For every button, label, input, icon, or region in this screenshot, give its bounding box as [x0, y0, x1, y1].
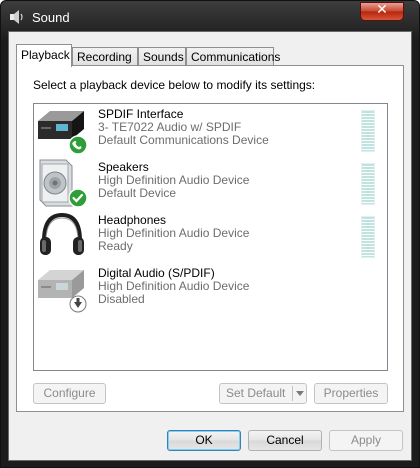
- set-default-label: Set Default: [226, 386, 286, 400]
- properties-button[interactable]: Properties: [314, 383, 388, 404]
- playback-tab-panel: Select a playback device below to modify…: [16, 65, 404, 412]
- tab-recording[interactable]: Recording: [72, 47, 138, 65]
- configure-button[interactable]: Configure: [33, 383, 106, 404]
- apply-button[interactable]: Apply: [329, 430, 403, 451]
- tab-communications[interactable]: Communications: [186, 47, 280, 65]
- volume-level-meter: [361, 163, 375, 205]
- device-text: Speakers High Definition Audio Device De…: [98, 161, 249, 200]
- close-button[interactable]: ✕: [360, 2, 404, 21]
- device-item-digital-audio-spdif[interactable]: Digital Audio (S/PDIF) High Definition A…: [34, 263, 387, 316]
- speaker-icon: [39, 159, 88, 208]
- split-separator: [292, 386, 293, 401]
- window-title: Sound: [32, 10, 70, 25]
- speaker-app-icon: [10, 10, 23, 24]
- device-status: Ready: [98, 239, 133, 253]
- disabled-arrow-badge-icon: [69, 295, 87, 313]
- tab-sounds[interactable]: Sounds: [138, 47, 186, 65]
- device-item-headphones[interactable]: Headphones High Definition Audio Device …: [34, 210, 387, 263]
- tab-playback[interactable]: Playback: [16, 44, 72, 67]
- device-status: Disabled: [98, 292, 145, 306]
- device-text: SPDIF Interface 3- TE7022 Audio w/ SPDIF…: [98, 108, 269, 147]
- device-status: Default Device: [98, 186, 177, 200]
- phone-badge-icon: [68, 135, 88, 155]
- ok-button[interactable]: OK: [167, 430, 241, 451]
- sound-dialog-window: Sound ✕ Playback Recording Sounds Commun…: [0, 0, 420, 468]
- volume-level-meter: [361, 110, 375, 152]
- device-item-spdif-interface[interactable]: SPDIF Interface 3- TE7022 Audio w/ SPDIF…: [34, 104, 387, 157]
- device-item-speakers[interactable]: Speakers High Definition Audio Device De…: [34, 157, 387, 210]
- checkmark-badge-icon: [68, 188, 88, 208]
- cancel-button[interactable]: Cancel: [248, 430, 322, 451]
- device-text: Digital Audio (S/PDIF) High Definition A…: [98, 267, 249, 306]
- chevron-down-icon[interactable]: [296, 391, 304, 396]
- digital-audio-receiver-icon: [38, 270, 87, 313]
- device-list[interactable]: SPDIF Interface 3- TE7022 Audio w/ SPDIF…: [33, 103, 388, 371]
- volume-level-meter: [361, 216, 375, 258]
- device-status: Default Communications Device: [98, 133, 269, 147]
- title-bar[interactable]: Sound ✕: [1, 1, 419, 31]
- close-icon: ✕: [376, 2, 388, 18]
- set-default-split-button[interactable]: Set Default: [219, 383, 307, 404]
- instruction-text: Select a playback device below to modify…: [33, 78, 316, 92]
- device-text: Headphones High Definition Audio Device …: [98, 214, 249, 253]
- spdif-receiver-icon: [38, 111, 88, 155]
- dialog-client-area: Playback Recording Sounds Communications…: [8, 31, 412, 461]
- headphones-icon: [40, 212, 84, 255]
